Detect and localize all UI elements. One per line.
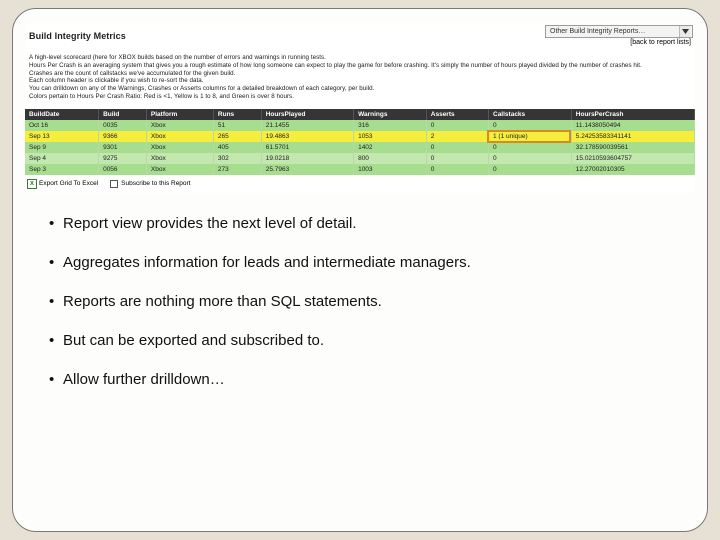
- col-hpc[interactable]: HoursPerCrash: [571, 109, 694, 120]
- cell: 19.4863: [261, 131, 353, 142]
- desc-line: You can drilldown on any of the Warnings…: [29, 85, 691, 93]
- cell: 15.0210593604757: [571, 153, 694, 164]
- cell: 316: [354, 120, 427, 131]
- chevron-down-icon: [679, 26, 690, 37]
- cell: 11.1438050494: [571, 120, 694, 131]
- subscribe-icon: [110, 180, 118, 188]
- cell: 1003: [354, 164, 427, 175]
- other-reports-dropdown[interactable]: Other Build Integrity Reports…: [545, 25, 693, 38]
- cell: Sep 4: [25, 153, 99, 164]
- cell: 0: [426, 164, 488, 175]
- col-platform[interactable]: Platform: [146, 109, 213, 120]
- bullet-item: But can be exported and subscribed to.: [49, 332, 695, 349]
- cell: 273: [213, 164, 261, 175]
- cell: 0: [489, 164, 572, 175]
- cell: Xbox: [146, 120, 213, 131]
- table-header-row: BuildDate Build Platform Runs HoursPlaye…: [25, 109, 695, 120]
- col-runs[interactable]: Runs: [213, 109, 261, 120]
- desc-line: Each column header is clickable if you w…: [29, 77, 691, 85]
- col-builddate[interactable]: BuildDate: [25, 109, 99, 120]
- cell: 302: [213, 153, 261, 164]
- bullet-item: Reports are nothing more than SQL statem…: [49, 293, 695, 310]
- cell: Xbox: [146, 164, 213, 175]
- cell: 0035: [99, 120, 147, 131]
- subscribe-label: Subscribe to this Report: [121, 180, 190, 187]
- table-row[interactable]: Sep 4 9275 Xbox 302 19.0218 800 0 0 15.0…: [25, 153, 695, 164]
- cell: 12.27002010305: [571, 164, 694, 175]
- desc-line: Hours Per Crash is an averaging system t…: [29, 62, 691, 70]
- report-description: A high-level scorecard (here for XBOX bu…: [25, 48, 695, 105]
- cell: Xbox: [146, 153, 213, 164]
- cell: 61.5701: [261, 142, 353, 153]
- slide-frame: Build Integrity Metrics Other Build Inte…: [12, 8, 708, 532]
- cell: 0: [489, 153, 572, 164]
- cell: 0: [426, 142, 488, 153]
- cell: 5.24253583341141: [571, 131, 694, 142]
- cell: 9275: [99, 153, 147, 164]
- col-build[interactable]: Build: [99, 109, 147, 120]
- metrics-table: BuildDate Build Platform Runs HoursPlaye…: [25, 109, 695, 175]
- report-header: Build Integrity Metrics Other Build Inte…: [25, 23, 695, 48]
- cell: 405: [213, 142, 261, 153]
- dropdown-value: Other Build Integrity Reports…: [550, 28, 645, 35]
- export-excel-link[interactable]: x Export Grid To Excel: [27, 179, 98, 189]
- cell: 800: [354, 153, 427, 164]
- cell: 21.1455: [261, 120, 353, 131]
- table-row[interactable]: Sep 9 9301 Xbox 405 61.5701 1402 0 0 32.…: [25, 142, 695, 153]
- cell: 0: [489, 120, 572, 131]
- cell: 9301: [99, 142, 147, 153]
- cell: 51: [213, 120, 261, 131]
- desc-line: Colors pertain to Hours Per Crash Ratio:…: [29, 93, 691, 101]
- cell: 1402: [354, 142, 427, 153]
- report-screenshot: Build Integrity Metrics Other Build Inte…: [25, 23, 695, 193]
- export-label: Export Grid To Excel: [39, 180, 98, 187]
- cell-text: 1 (1 unique): [493, 133, 528, 140]
- cell: 0: [426, 153, 488, 164]
- cell: 1053: [354, 131, 427, 142]
- cell: 9366: [99, 131, 147, 142]
- cell: 2: [426, 131, 488, 142]
- cell: 25.7963: [261, 164, 353, 175]
- cell: Oct 16: [25, 120, 99, 131]
- report-footer: x Export Grid To Excel Subscribe to this…: [25, 175, 695, 193]
- bullet-item: Aggregates information for leads and int…: [49, 254, 695, 271]
- back-to-report-lists-link[interactable]: [back to report lists]: [630, 39, 693, 46]
- desc-line: A high-level scorecard (here for XBOX bu…: [29, 54, 691, 62]
- cell: 0: [489, 142, 572, 153]
- bullet-item: Allow further drilldown…: [49, 371, 695, 388]
- col-warnings[interactable]: Warnings: [354, 109, 427, 120]
- cell: Xbox: [146, 131, 213, 142]
- cell: 0: [426, 120, 488, 131]
- cell: 32.178590039561: [571, 142, 694, 153]
- desc-line: Crashes are the count of callstacks we'v…: [29, 70, 691, 78]
- cell: Xbox: [146, 142, 213, 153]
- col-callstacks[interactable]: Callstacks: [489, 109, 572, 120]
- table-row[interactable]: Sep 13 9366 Xbox 265 19.4863 1053 2 1 (1…: [25, 131, 695, 142]
- cell: 19.0218: [261, 153, 353, 164]
- report-header-right: Other Build Integrity Reports… [back to …: [545, 25, 693, 46]
- table-row[interactable]: Sep 3 0056 Xbox 273 25.7963 1003 0 0 12.…: [25, 164, 695, 175]
- table-row[interactable]: Oct 16 0035 Xbox 51 21.1455 316 0 0 11.1…: [25, 120, 695, 131]
- col-asserts[interactable]: Asserts: [426, 109, 488, 120]
- cell: 0056: [99, 164, 147, 175]
- cell: Sep 13: [25, 131, 99, 142]
- slide-bullets: Report view provides the next level of d…: [25, 215, 695, 388]
- cell-callstacks-highlighted[interactable]: 1 (1 unique): [489, 131, 572, 142]
- report-title: Build Integrity Metrics: [29, 31, 126, 41]
- cell: Sep 3: [25, 164, 99, 175]
- cell: 265: [213, 131, 261, 142]
- col-hoursplayed[interactable]: HoursPlayed: [261, 109, 353, 120]
- cell: Sep 9: [25, 142, 99, 153]
- subscribe-report-link[interactable]: Subscribe to this Report: [110, 180, 190, 188]
- excel-icon: x: [27, 179, 37, 189]
- bullet-item: Report view provides the next level of d…: [49, 215, 695, 232]
